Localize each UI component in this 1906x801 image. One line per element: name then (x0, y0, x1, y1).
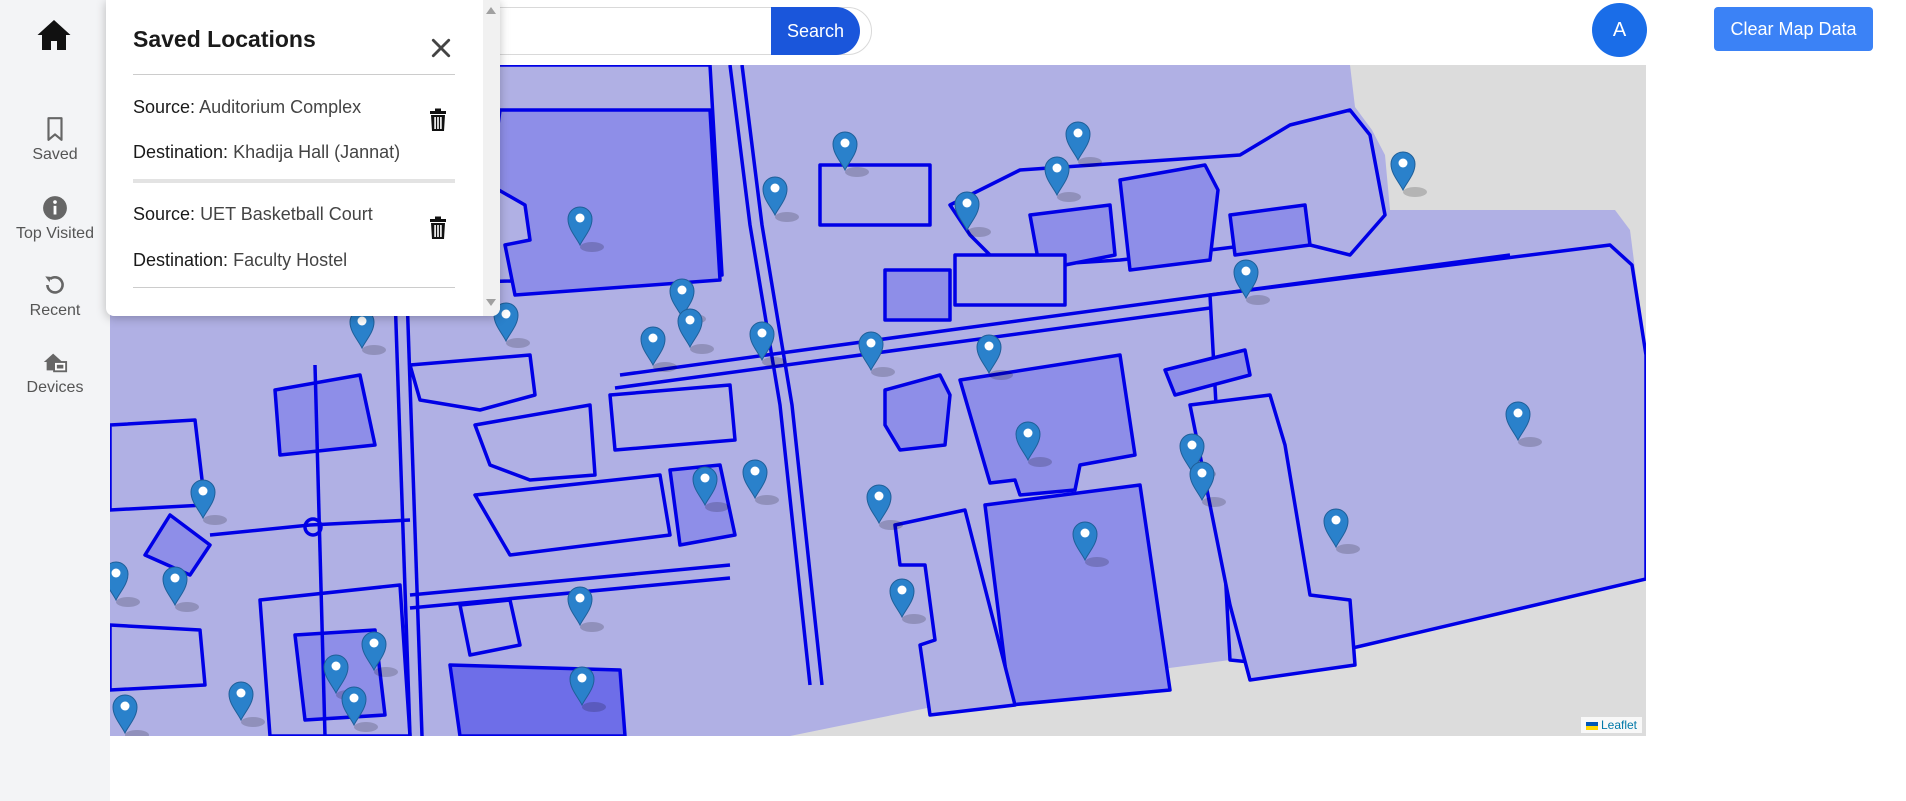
sidebar-item-label: Devices (26, 379, 84, 396)
sidebar-item-recent[interactable]: Recent (0, 272, 110, 320)
info-icon (43, 196, 67, 220)
devices-icon (43, 353, 68, 373)
sidebar-item-label: Saved (32, 146, 78, 163)
search-input[interactable] (465, 16, 769, 46)
ukraine-flag-icon (1585, 721, 1598, 730)
sidebar: Saved Top Visited Recent Devices (0, 0, 110, 801)
building-n-1 (818, 163, 932, 227)
building-west-1 (273, 373, 377, 457)
map-attribution[interactable]: Leaflet (1580, 717, 1642, 733)
destination-value: Faculty Hostel (233, 250, 348, 270)
panel-title: Saved Locations (133, 26, 316, 52)
entry-destination: Destination: Khadija Hall (Jannat) (133, 142, 400, 163)
close-icon[interactable] (430, 37, 452, 59)
bookmark-icon (47, 117, 63, 141)
sidebar-item-top-visited[interactable]: Top Visited (0, 195, 110, 243)
sidebar-item-label: Top Visited (16, 225, 94, 242)
source-key: Source: (133, 204, 196, 224)
building-south-6 (458, 598, 522, 657)
sidebar-item-saved[interactable]: Saved (0, 116, 110, 164)
avatar[interactable]: A (1592, 3, 1647, 57)
destination-key: Destination: (133, 250, 229, 270)
destination-key: Destination: (133, 142, 229, 162)
trash-icon[interactable] (428, 108, 448, 132)
history-icon (45, 276, 64, 294)
scroll-down-arrow-icon[interactable] (486, 299, 496, 306)
destination-value: Khadija Hall (Jannat) (233, 142, 401, 162)
sports-field (983, 483, 1172, 707)
building-center-small (883, 373, 952, 452)
building-ne-1 (1118, 163, 1220, 272)
entry-destination: Destination: Faculty Hostel (133, 250, 347, 271)
search-button[interactable]: Search (771, 7, 860, 55)
trash-icon[interactable] (428, 216, 448, 240)
building-south-5 (448, 663, 627, 736)
home-button[interactable] (36, 18, 72, 52)
clear-map-data-button[interactable]: Clear Map Data (1714, 7, 1873, 51)
building-n-2 (883, 268, 952, 322)
source-value: Auditorium Complex (199, 97, 362, 117)
building-west-7 (408, 353, 537, 412)
building-west-6 (110, 623, 207, 692)
building-ne-3 (1228, 203, 1312, 257)
building-west-2 (110, 418, 207, 512)
divider (133, 74, 455, 75)
map-marker-icon[interactable] (1390, 151, 1427, 197)
building-library (488, 108, 722, 297)
attribution-link[interactable]: Leaflet (1601, 718, 1637, 732)
building-south-2 (608, 383, 737, 452)
panel-scrollbar[interactable] (483, 0, 500, 316)
entry-source: Source: Auditorium Complex (133, 97, 361, 118)
source-key: Source: (133, 97, 196, 117)
entry-divider (133, 179, 455, 183)
sidebar-item-label: Recent (29, 302, 81, 319)
source-value: UET Basketball Court (200, 204, 373, 224)
scroll-up-arrow-icon[interactable] (486, 7, 496, 14)
building-n-3 (953, 253, 1067, 307)
entry-source: Source: UET Basketball Court (133, 204, 373, 225)
home-icon (37, 20, 71, 50)
saved-locations-panel: Saved Locations Source: Auditorium Compl… (106, 0, 500, 316)
sidebar-item-devices[interactable]: Devices (0, 349, 110, 397)
divider (133, 287, 455, 288)
